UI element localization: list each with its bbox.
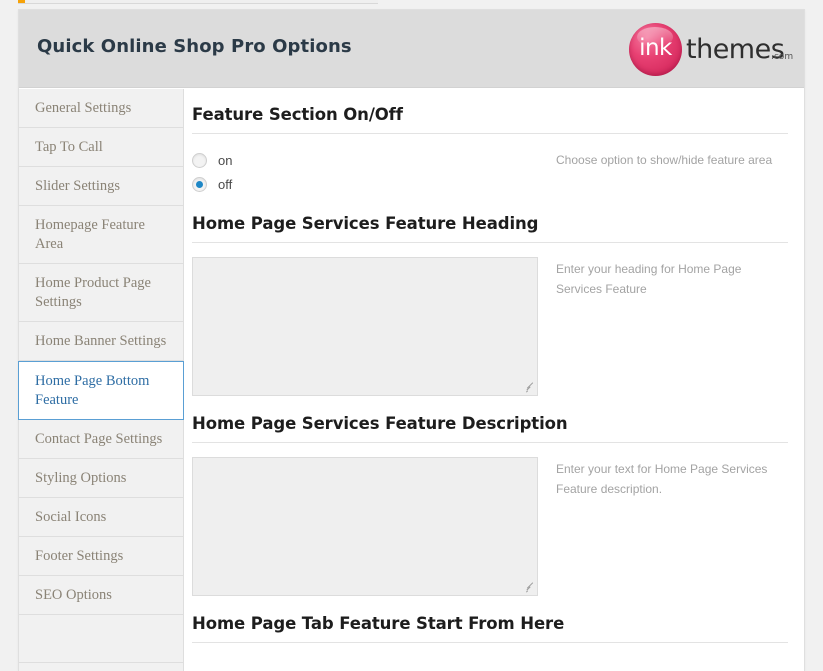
section-feature-toggle: Feature Section On/Off on off Choose opt — [190, 89, 788, 196]
hint-feature-toggle: Choose option to show/hide feature area — [556, 153, 773, 167]
sidebar-item-slider-settings[interactable]: Slider Settings — [19, 167, 183, 206]
sidebar-item-home-page-bottom-feature[interactable]: Home Page Bottom Feature — [18, 361, 184, 420]
notice-accent-bar — [18, 0, 25, 3]
sidebar-item-footer-settings[interactable]: Footer Settings — [19, 537, 183, 576]
services-description-field-wrap — [192, 457, 538, 596]
panel-body: General Settings Tap To Call Slider Settin… — [18, 89, 804, 671]
admin-notice-sliver — [18, 0, 378, 4]
sidebar-item-social-icons[interactable]: Social Icons — [19, 498, 183, 537]
panel-header: Quick Online Shop Pro Options ink themes… — [19, 10, 804, 88]
page-title: Quick Online Shop Pro Options — [37, 36, 352, 57]
hint-services-description: Enter your text for Home Page Services F… — [556, 462, 768, 496]
sidebar-item-home-product-page-settings[interactable]: Home Product Page Settings — [19, 264, 183, 322]
section-divider — [192, 642, 788, 643]
section-divider — [192, 442, 788, 443]
radio-off-icon[interactable] — [192, 176, 207, 192]
sidebar-item-contact-page-settings[interactable]: Contact Page Settings — [19, 420, 183, 459]
sidebar-item-home-banner-settings[interactable]: Home Banner Settings — [19, 322, 183, 361]
sidebar-item-seo-options[interactable]: SEO Options — [19, 576, 183, 615]
radio-option-on[interactable]: on — [192, 148, 543, 172]
sidebar-nav: General Settings Tap To Call Slider Settin… — [18, 89, 184, 671]
services-heading-field-wrap — [192, 257, 538, 396]
sidebar-item-tap-to-call[interactable]: Tap To Call — [19, 128, 183, 167]
radio-on-icon[interactable] — [192, 152, 207, 168]
section-title: Home Page Tab Feature Start From Here — [192, 614, 565, 633]
logo-word-text: themes — [686, 34, 785, 65]
section-divider — [192, 133, 788, 134]
radio-on-label: on — [218, 152, 233, 168]
radio-group-feature-toggle: on off — [190, 148, 543, 196]
section-divider — [192, 242, 788, 243]
hint-services-heading: Enter your heading for Home Page Service… — [556, 262, 742, 296]
radio-off-label: off — [218, 176, 233, 192]
inkthemes-logo: ink themes .com — [629, 21, 793, 78]
logo-mark-text: ink — [639, 35, 672, 61]
content-area: Feature Section On/Off on off Choose opt — [184, 89, 804, 671]
sidebar-item-empty — [19, 615, 183, 663]
section-tab-feature: Home Page Tab Feature Start From Here — [190, 596, 788, 643]
sidebar-item-general-settings[interactable]: General Settings — [19, 89, 183, 128]
radio-option-off[interactable]: off — [192, 172, 543, 196]
section-title: Home Page Services Feature Description — [192, 414, 568, 433]
options-panel: Quick Online Shop Pro Options ink themes… — [18, 9, 805, 671]
section-title: Feature Section On/Off — [192, 105, 403, 124]
section-services-description: Home Page Services Feature Description E… — [190, 396, 788, 596]
section-services-heading: Home Page Services Feature Heading Enter… — [190, 196, 788, 396]
services-description-textarea[interactable] — [192, 457, 538, 596]
section-title: Home Page Services Feature Heading — [192, 214, 539, 233]
services-heading-textarea[interactable] — [192, 257, 538, 396]
sidebar-item-homepage-feature-area[interactable]: Homepage Feature Area — [19, 206, 183, 264]
logo-tld-text: .com — [771, 52, 794, 62]
sidebar-item-styling-options[interactable]: Styling Options — [19, 459, 183, 498]
